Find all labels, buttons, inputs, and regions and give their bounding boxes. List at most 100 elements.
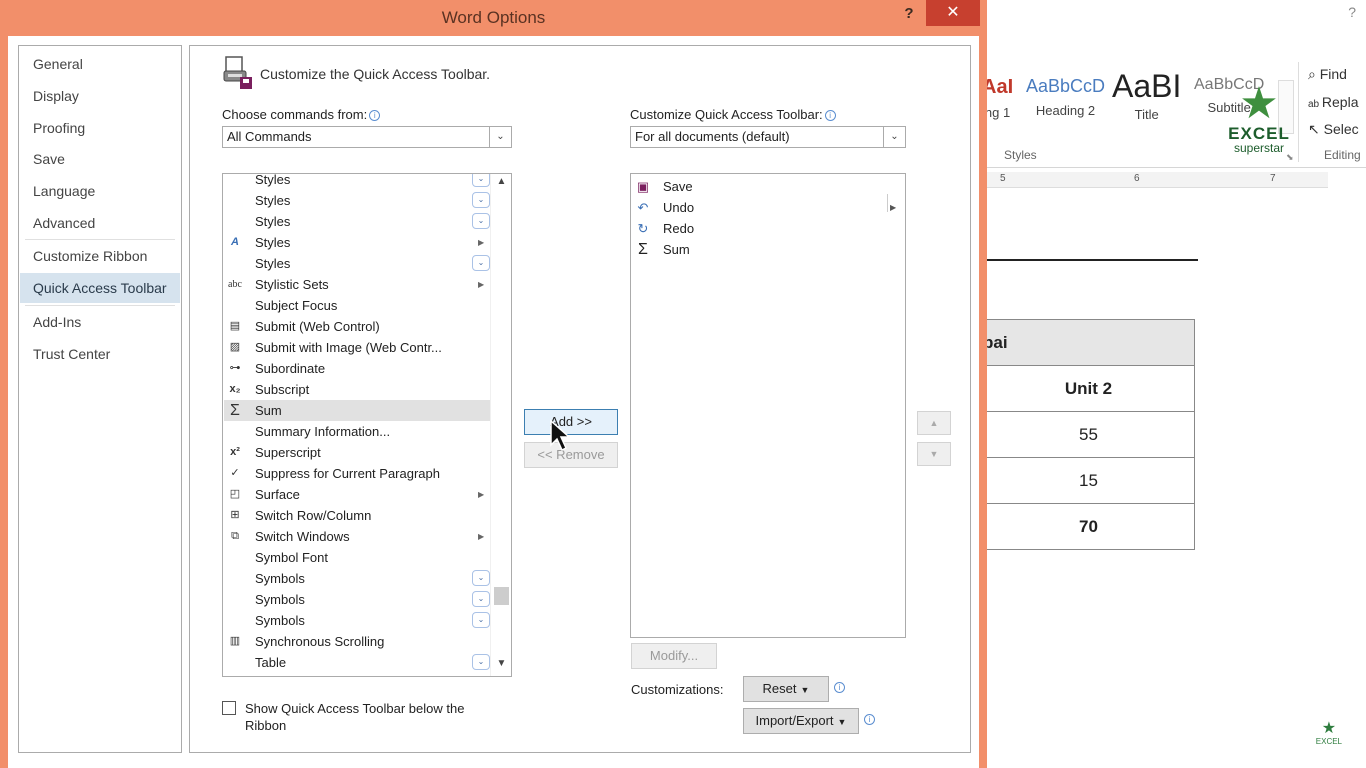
document-table[interactable]: bai Unit 2 55 15 70 [986, 319, 1195, 550]
list-item-label: Redo [663, 221, 695, 236]
list-item[interactable]: Symbol Font [224, 547, 490, 568]
caret-down-icon: ▼ [800, 685, 810, 695]
info-icon[interactable]: i [369, 110, 381, 121]
list-item[interactable]: ⊞ Switch Row/Column [224, 505, 490, 526]
nav-item-display[interactable]: Display [20, 81, 180, 111]
styles-icon: A [231, 236, 239, 248]
qat-settings-panel: Customize the Quick Access Toolbar. Choo… [189, 45, 971, 753]
info-icon[interactable]: i [834, 682, 845, 693]
list-item[interactable]: Styles ⌄ [224, 174, 490, 190]
nav-item-language[interactable]: Language [20, 176, 180, 206]
word-options-dialog: Word Options ? ✕ General Display Proofin… [0, 0, 987, 768]
quick-access-toolbar-icon [223, 56, 252, 89]
replace-label: Repla [1321, 94, 1359, 110]
surface-icon: ◰ [229, 488, 241, 500]
nav-item-save[interactable]: Save [20, 144, 180, 174]
dialog-title-bar[interactable]: Word Options ? ✕ [0, 0, 987, 36]
nav-item-proofing[interactable]: Proofing [20, 113, 180, 143]
list-item[interactable]: Symbols ⌄ [224, 589, 490, 610]
list-separator [887, 194, 888, 212]
show-below-ribbon-checkbox[interactable] [222, 701, 236, 715]
list-item[interactable]: ▥ Synchronous Scrolling [224, 631, 490, 652]
nav-item-advanced[interactable]: Advanced [20, 208, 180, 238]
table-cell[interactable]: 15 [986, 457, 1195, 504]
nav-item-trust-center[interactable]: Trust Center [20, 339, 180, 369]
info-icon[interactable]: i [864, 714, 875, 725]
help-button[interactable]: ? [896, 2, 922, 26]
commands-scrollbar[interactable]: ▲ ▼ [490, 174, 511, 676]
import-export-button[interactable]: Import/Export ▼ [743, 708, 859, 734]
synchronous-scrolling-icon: ▥ [229, 635, 241, 647]
style-title[interactable]: AaBI Title [1112, 68, 1181, 122]
modify-button[interactable]: Modify... [631, 643, 717, 669]
chevron-down-icon[interactable]: ⌄ [489, 127, 511, 147]
superscript-icon: x² [230, 446, 240, 458]
options-navigation: General Display Proofing Save Language A… [18, 45, 182, 753]
list-item[interactable]: Summary Information... [224, 421, 490, 442]
list-item[interactable]: ▨ Submit with Image (Web Contr... [224, 337, 490, 358]
nav-item-customize-ribbon[interactable]: Customize Ribbon [20, 241, 180, 271]
watermark-text: EXCEL [1315, 737, 1342, 746]
list-item[interactable]: ⧉ Switch Windows ▶ [224, 526, 490, 547]
list-item[interactable]: ↶ Undo ▶ [632, 197, 902, 218]
find-button[interactable]: ⌕ Find [1308, 66, 1347, 83]
list-item[interactable]: x₂ Subscript [224, 379, 490, 400]
style-heading-2[interactable]: AaBbCcD Heading 2 [1026, 76, 1105, 118]
ruler-tick: 7 [1270, 173, 1276, 184]
word-help-button[interactable]: ? [1348, 4, 1356, 20]
list-item-label: Symbol Font [255, 550, 328, 565]
list-item[interactable]: ↻ Redo [632, 218, 902, 239]
reset-button[interactable]: Reset ▼ [743, 676, 829, 702]
dropdown-icon: ⌄ [472, 570, 490, 586]
choose-commands-dropdown[interactable]: All Commands ⌄ [222, 126, 512, 148]
list-item[interactable]: Styles ⌄ [224, 253, 490, 274]
nav-item-general[interactable]: General [20, 49, 180, 79]
table-cell[interactable]: 70 [986, 503, 1195, 550]
available-commands-list[interactable]: Styles ⌄ Styles ⌄ Styles ⌄ A Styles ▶ Styles ⌄… [222, 173, 512, 677]
section-title: Customize the Quick Access Toolbar. [260, 66, 491, 82]
customize-qat-dropdown[interactable]: For all documents (default) ⌄ [630, 126, 906, 148]
info-icon[interactable]: i [824, 110, 836, 121]
select-button[interactable]: ↖ Selec [1308, 121, 1359, 138]
list-item[interactable]: ⊶ Subordinate [224, 358, 490, 379]
list-item[interactable]: Σ Sum [632, 239, 902, 260]
style-heading-1[interactable]: AaI ng 1 [986, 76, 1013, 120]
nav-item-quick-access-toolbar[interactable]: Quick Access Toolbar [20, 273, 180, 303]
undo-icon: ↶ [637, 200, 649, 215]
move-down-button[interactable]: ▼ [917, 442, 951, 466]
replace-button[interactable]: ab Repla [1308, 94, 1359, 110]
list-item[interactable]: abc Stylistic Sets ▶ [224, 274, 490, 295]
list-item[interactable]: ▣ Save [632, 176, 902, 197]
scroll-up-icon[interactable]: ▲ [491, 176, 511, 192]
table-header-cell[interactable]: bai [986, 319, 1195, 366]
dialog-body: General Display Proofing Save Language A… [8, 36, 979, 768]
list-item[interactable]: ◰ Surface ▶ [224, 484, 490, 505]
nav-item-add-ins[interactable]: Add-Ins [20, 307, 180, 337]
list-item[interactable]: ✓ Suppress for Current Paragraph [224, 463, 490, 484]
list-item[interactable]: A Styles ▶ [224, 232, 490, 253]
list-item[interactable]: ▤ Submit (Web Control) [224, 316, 490, 337]
chevron-down-icon[interactable]: ⌄ [883, 127, 905, 147]
close-button[interactable]: ✕ [926, 0, 980, 26]
list-item[interactable]: x² Superscript [224, 442, 490, 463]
scroll-down-icon[interactable]: ▼ [491, 658, 511, 674]
scrollbar-thumb[interactable] [494, 587, 509, 605]
move-up-button[interactable]: ▲ [917, 411, 951, 435]
list-item[interactable]: Styles ⌄ [224, 190, 490, 211]
dropdown-icon: ⌄ [472, 612, 490, 628]
quick-access-toolbar-list[interactable]: ▣ Save ↶ Undo ▶ ↻ Redo Σ Sum [630, 173, 906, 638]
list-item[interactable]: Subject Focus [224, 295, 490, 316]
logo-line-1: EXCEL [1228, 124, 1290, 143]
list-item[interactable]: Symbols ⌄ [224, 568, 490, 589]
list-item[interactable]: Styles ⌄ [224, 211, 490, 232]
dropdown-icon: ⌄ [472, 654, 490, 670]
check-icon: ✓ [230, 467, 240, 479]
mouse-pointer-icon [550, 419, 571, 452]
style-sample: AaI [986, 76, 1014, 98]
table-subheader-cell[interactable]: Unit 2 [986, 365, 1195, 412]
list-item[interactable]: Table ⌄ [224, 652, 490, 673]
table-cell[interactable]: 55 [986, 411, 1195, 458]
list-item-label: Sum [663, 242, 690, 257]
list-item[interactable]: Symbols ⌄ [224, 610, 490, 631]
list-item-selected[interactable]: Σ Sum [224, 400, 490, 421]
